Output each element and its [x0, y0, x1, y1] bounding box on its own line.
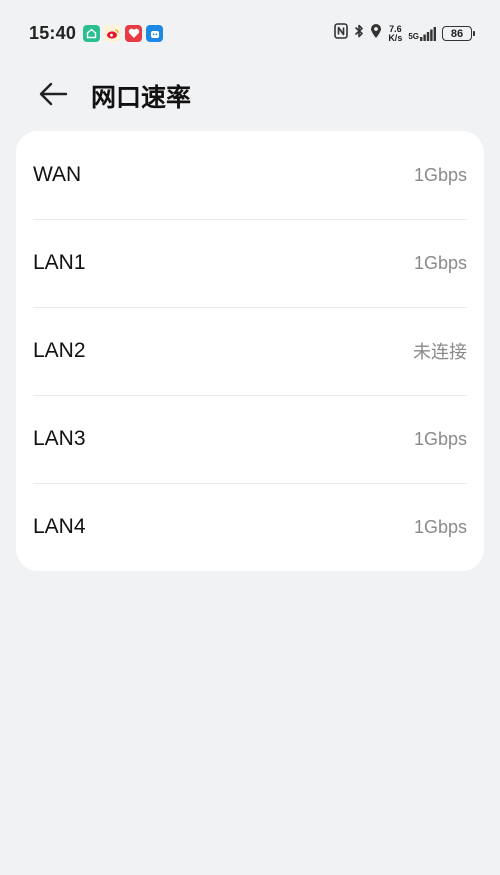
port-name: LAN1 [33, 251, 86, 274]
weibo-icon [104, 25, 121, 42]
arrow-left-icon [39, 82, 68, 106]
port-row-lan1[interactable]: LAN1 1Gbps [16, 219, 484, 307]
bot-app-icon [146, 25, 163, 42]
bluetooth-icon [354, 23, 364, 44]
location-icon [370, 23, 382, 44]
battery-indicator: 86 [442, 26, 475, 41]
port-speed: 1Gbps [413, 164, 467, 185]
network-type-label: 5G [408, 31, 419, 41]
port-row-lan2[interactable]: LAN2 未连接 [16, 307, 484, 395]
status-time: 15:40 [29, 23, 77, 43]
port-row-lan3[interactable]: LAN3 1Gbps [16, 395, 484, 483]
heart-app-icon [125, 25, 142, 42]
battery-level: 86 [450, 27, 464, 40]
port-name: WAN [33, 163, 82, 186]
port-speed: 1Gbps [413, 428, 467, 449]
notification-app-icons [83, 25, 163, 42]
system-status-icons: 7.6 K/s 5G 86 [334, 23, 475, 44]
port-speed-card: WAN 1Gbps LAN1 1Gbps LAN2 未连接 LAN3 1Gbps… [16, 131, 484, 571]
port-name: LAN4 [33, 515, 86, 538]
port-speed: 1Gbps [413, 516, 467, 537]
mi-home-icon [83, 25, 100, 42]
page-title: 网口速率 [91, 84, 192, 112]
back-button[interactable] [31, 72, 75, 116]
port-speed: 1Gbps [413, 252, 467, 273]
port-name: LAN3 [33, 427, 86, 450]
signal-bars-icon [420, 26, 436, 41]
port-row-wan[interactable]: WAN 1Gbps [16, 131, 484, 219]
network-speed: 7.6 K/s [388, 24, 403, 43]
nfc-icon [334, 23, 349, 44]
port-speed: 未连接 [413, 342, 467, 362]
port-name: LAN2 [33, 339, 86, 362]
cellular-signal: 5G [408, 26, 436, 41]
port-row-lan4[interactable]: LAN4 1Gbps [16, 483, 484, 571]
status-bar: 15:40 7.6 K/s 5G 86 [0, 0, 500, 66]
network-speed-unit: K/s [388, 32, 403, 43]
